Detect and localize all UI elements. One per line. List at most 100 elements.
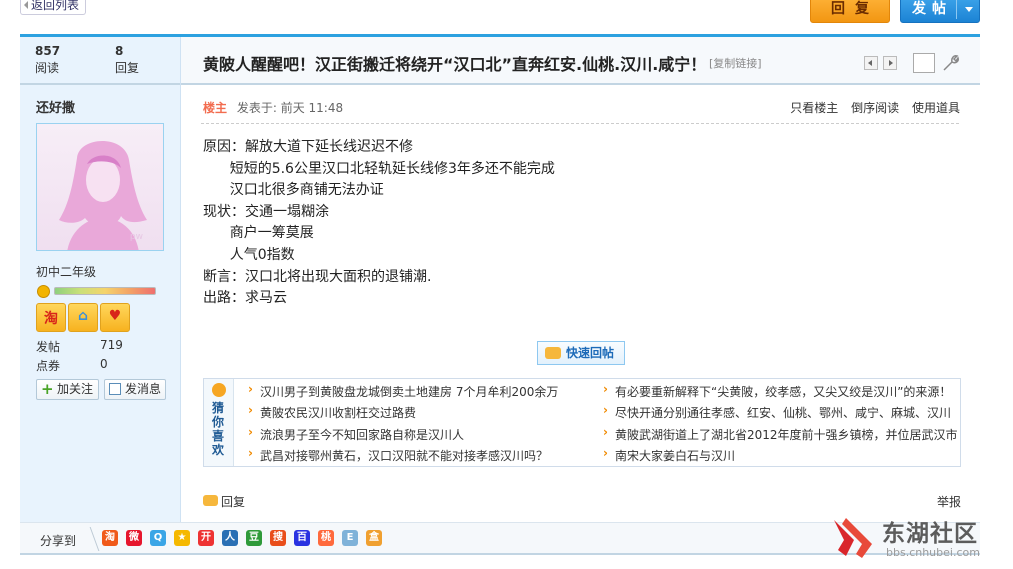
thread-starter-tag: 楼主 [203,101,228,115]
avatar[interactable]: pw [36,123,164,251]
watermark-url: bbs.cnhubei.com [886,546,980,559]
views-stat: 857 阅读 [35,43,60,77]
follow-label: 加关注 [57,382,94,396]
posts-label: 发帖 [36,340,61,354]
recommendation-link[interactable]: 黄陂农民汉川收割枉交过路费 [248,403,416,421]
smile-icon [212,383,226,397]
wrench-svg [943,55,959,71]
points-row: 点券 0 [36,357,108,374]
back-to-list-label: 返回列表 [31,0,80,12]
chevron-right-icon [889,60,893,66]
baidu-share-icon[interactable]: 百 [294,530,310,546]
next-thread-button[interactable] [883,56,897,70]
avatar-watermark: pw [129,232,143,242]
speech-bubble-icon [203,495,218,506]
envelope-icon [109,383,121,395]
replies-count: 8 [115,44,124,58]
level-progress-bar [54,287,156,295]
share-label: 分享到 [40,534,77,548]
reply-link-label: 回复 [221,495,246,509]
content-line: 短短的5.6公里汉口北轻轨延长线修3年多还不能完成 [203,160,555,177]
weibo-share-icon[interactable]: 微 [126,530,142,546]
post-actions: 回复 举报 [203,493,961,511]
post-timestamp: 发表于: 前天 11:48 [236,101,344,115]
chevron-down-icon[interactable] [965,7,973,12]
recommendation-link[interactable]: 南宋大家姜白石与汉川 [603,446,735,464]
new-post-label: 发帖 [912,1,952,17]
thread-stats: 857 阅读 8 回复 [20,37,180,85]
new-post-button[interactable]: 发帖 [900,0,980,23]
speech-bubble-icon [545,347,561,359]
reply-button[interactable]: 回复 [810,0,890,23]
donghu-logo-icon [834,518,872,558]
back-to-list-button[interactable]: 返回列表 [20,0,87,15]
kaixin-share-icon[interactable]: 开 [198,530,214,546]
watermark-brand: 东湖社区 [882,521,978,547]
taobao-badge-icon[interactable]: 淘 [36,303,66,332]
recommendation-link[interactable]: 汉川男子到黄陂盘龙城倒卖土地建房 7个月牟利200余万 [248,382,558,400]
content-line: 断言：汉口北将出现大面积的退铺潮. [203,268,432,285]
divider [201,123,959,124]
content-line: 原因：解放大道下延长线迟迟不修 [203,139,413,155]
thread-title-bar: 黄陂人醒醒吧！汉正街搬迁将绕开“汉口北”直奔红安.仙桃.汉川.咸宁！ [复制链接… [181,37,980,85]
taobao-share-icon[interactable]: 淘 [102,530,118,546]
replies-label: 回复 [115,61,140,75]
quick-reply-button[interactable]: 快速回帖 [537,341,625,365]
posts-count-row: 发帖 719 [36,338,123,355]
avatar-silhouette-icon [59,141,147,250]
content-line: 出路：求马云 [203,290,287,307]
content-line: 商户一筹莫展 [203,225,314,242]
recommendations-label: 猜你喜欢 [212,401,225,457]
post-meta: 楼主 发表于: 前天 11:48 [203,99,343,116]
note-share-icon[interactable]: E [342,530,358,546]
views-count: 857 [35,44,61,58]
reverse-order-link[interactable]: 倒序阅读 [851,101,899,115]
only-author-link[interactable]: 只看楼主 [790,101,838,115]
thread-title: 黄陂人醒醒吧！汉正街搬迁将绕开“汉口北”直奔红安.仙桃.汉川.咸宁！ [203,55,707,74]
content-line: 现状：交通一塌糊涂 [203,203,329,220]
wrench-icon[interactable] [941,53,959,73]
author-username[interactable]: 还好撒 [36,97,75,116]
copy-link-button[interactable]: [复制链接] [709,55,762,71]
previous-thread-button[interactable] [864,56,878,70]
level-medal-icon [37,285,50,298]
recommendation-link[interactable]: 黄陂武湖街道上了湖北省2012年度前十强乡镇榜，并位居武汉市 [603,425,958,443]
follow-button[interactable]: + 加关注 [36,379,99,400]
recommendation-link[interactable]: 流浪男子至今不知回家路自称是汉川人 [248,425,464,443]
replies-stat: 8 回复 [115,43,139,77]
site-watermark: 东湖社区 bbs.cnhubei.com [832,512,1007,566]
send-message-label: 发消息 [125,382,162,396]
user-grade: 初中二年级 [36,265,97,279]
recommendation-link[interactable]: 尽快开通分别通往孝感、红安、仙桃、鄂州、咸宁、麻城、汉川 [603,403,951,421]
renren-share-icon[interactable]: 人 [222,530,238,546]
post-body: 楼主 发表于: 前天 11:48 只看楼主 倒序阅读 使用道具 原因：解放大道下… [181,85,980,522]
post-content: 原因：解放大道下延长线迟迟不修 短短的5.6公里汉口北轻轨延长线修3年多还不能完… [203,137,555,310]
sohu-share-icon[interactable]: 搜 [270,530,286,546]
select-checkbox[interactable] [913,53,935,73]
use-item-link[interactable]: 使用道具 [912,101,960,115]
report-link[interactable]: 举报 [937,493,961,510]
send-message-button[interactable]: 发消息 [104,379,166,400]
views-label: 阅读 [35,61,60,75]
chevron-left-icon [868,60,872,66]
fruit-share-icon[interactable]: 桃 [318,530,334,546]
points-count: 0 [100,357,108,371]
douban-share-icon[interactable]: 豆 [246,530,262,546]
content-line: 汉口北很多商铺无法办证 [203,182,384,199]
chevron-left-icon [24,1,28,9]
reply-link[interactable]: 回复 [203,493,245,510]
recommendation-link[interactable]: 有必要重新解释下“尖黄陂，绞孝感，又尖又绞是汉川”的来源！ [603,382,951,400]
plus-icon: + [41,380,54,398]
recommendations-label-column: 猜你喜欢 [204,379,234,466]
star-share-icon[interactable]: ★ [174,530,190,546]
post-tools: 只看楼主 倒序阅读 使用道具 [781,99,960,116]
box-share-icon[interactable]: 盒 [366,530,382,546]
quick-reply-label: 快速回帖 [566,346,615,360]
house-badge-icon[interactable]: ⌂ [68,303,98,332]
heart-badge-icon[interactable]: ♥ [100,303,130,332]
content-line: 人气0指数 [203,246,295,263]
divider [956,0,957,19]
divider [80,527,100,551]
recommendation-link[interactable]: 武昌对接鄂州黄石，汉口汉阳就不能对接孝感汉川吗？ [248,446,548,464]
qzone-share-icon[interactable]: Q [150,530,166,546]
